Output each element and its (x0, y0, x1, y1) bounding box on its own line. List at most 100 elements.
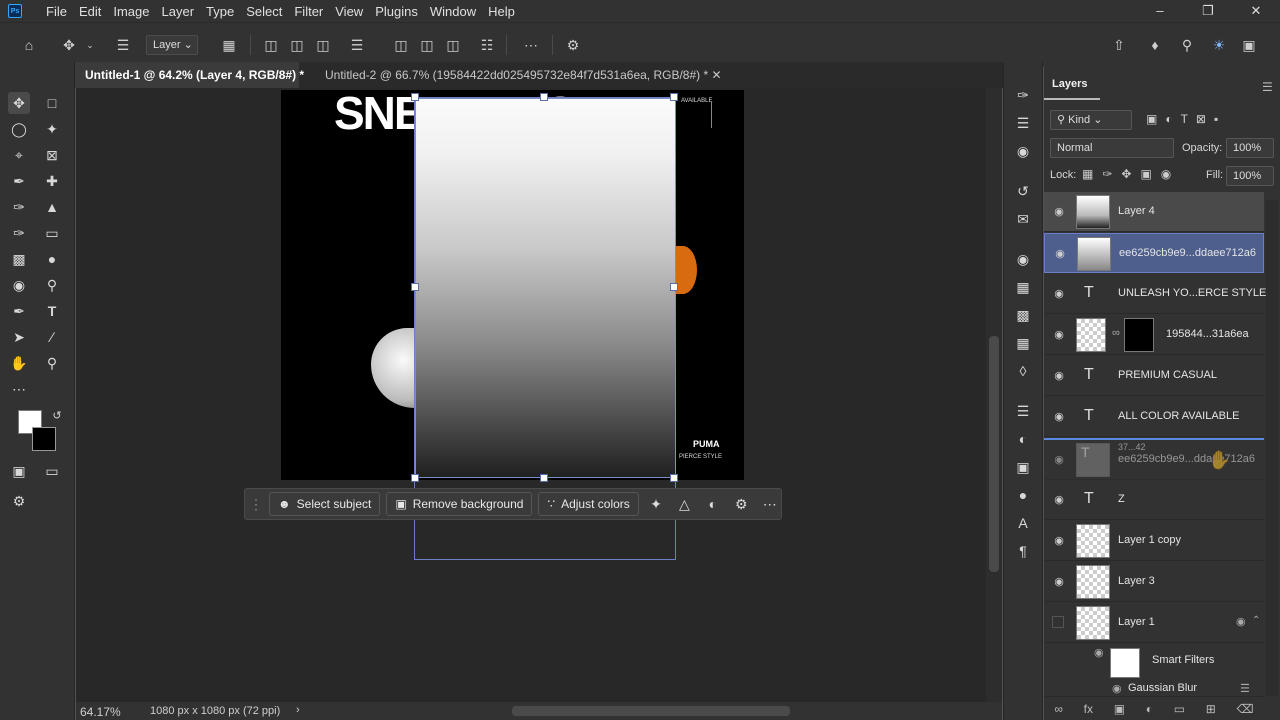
transform-handle[interactable] (670, 474, 678, 482)
move-tool-icon[interactable]: ✥ (8, 92, 30, 114)
visibility-eye-icon[interactable]: ◉ (1052, 493, 1066, 507)
transform-handle[interactable] (670, 93, 678, 101)
layer-row[interactable]: ◉ Layer 4 (1044, 192, 1264, 232)
comments-icon[interactable]: ✉ (1012, 208, 1034, 230)
transform-handle[interactable] (411, 283, 419, 291)
visibility-eye-icon[interactable]: ◉ (1052, 453, 1066, 467)
transform-icon[interactable]: △ (673, 496, 695, 513)
drag-handle-icon[interactable]: ⋮ (249, 496, 263, 513)
align-center-icon[interactable]: ◫ (288, 34, 306, 56)
swap-colors-icon[interactable]: ↺ (46, 404, 68, 426)
menu-file[interactable]: File (40, 4, 73, 19)
character-icon[interactable]: A (1012, 512, 1034, 534)
filter-options-icon[interactable]: ☰ (1240, 682, 1250, 695)
collapse-chevron-icon[interactable]: ⌃ (1252, 615, 1260, 626)
transform-handle[interactable] (540, 474, 548, 482)
align-left-icon[interactable]: ◫ (262, 34, 280, 56)
transform-handle[interactable] (411, 474, 419, 482)
type-tool-icon[interactable]: T (41, 300, 63, 322)
visibility-eye-icon[interactable]: ◉ (1052, 369, 1066, 383)
smart-filter-mask-thumbnail[interactable] (1110, 648, 1140, 678)
marquee-tool-icon[interactable]: □ (41, 92, 63, 114)
layer-row[interactable]: ◉ T PREMIUM CASUAL (1044, 356, 1264, 396)
quick-selection-icon[interactable]: ✦ (41, 118, 63, 140)
zoom-tool-icon[interactable]: ⚲ (41, 274, 63, 296)
gradient-tool-icon[interactable]: ▩ (8, 248, 30, 270)
layer-row[interactable]: ◉ T UNLEASH YO...ERCE STYLE (1044, 274, 1266, 314)
quick-mask-icon[interactable]: ▣ (8, 460, 30, 482)
dodge-tool-icon[interactable]: ◉ (8, 274, 30, 296)
transform-controls-icon[interactable]: ▦ (218, 34, 240, 56)
opacity-input[interactable]: 100% (1226, 138, 1274, 158)
visibility-eye-icon[interactable]: ◉ (1052, 534, 1066, 548)
new-group-icon[interactable]: ▭ (1174, 702, 1185, 716)
menu-type[interactable]: Type (200, 4, 240, 19)
history-icon[interactable]: ↺ (1012, 180, 1034, 202)
more-tools-icon[interactable]: ⋯ (8, 378, 30, 400)
gradients-icon[interactable]: ▩ (1012, 304, 1034, 326)
close-tab-icon[interactable]: ✕ (711, 68, 721, 82)
brush-settings-icon[interactable]: ✑ (1012, 84, 1034, 106)
kind-filter-dropdown[interactable]: ⚲ Kind ⌄ (1050, 110, 1132, 130)
generative-icon[interactable]: ✦ (645, 496, 667, 513)
workspace-icon[interactable]: ▣ (1238, 34, 1260, 56)
properties-icon[interactable]: ☰ (1012, 400, 1034, 422)
blur-tool-icon[interactable]: ● (41, 248, 63, 270)
frame-tool-icon[interactable]: ⊠ (41, 144, 63, 166)
search-icon[interactable]: ⚲ (1176, 34, 1198, 56)
panel-menu-icon[interactable]: ☰ (1262, 80, 1273, 94)
visibility-eye-icon[interactable]: ◉ (1053, 247, 1067, 261)
add-mask-icon[interactable]: ▣ (1114, 702, 1125, 716)
menu-image[interactable]: Image (107, 4, 155, 19)
auto-select-dropdown[interactable]: Layer ⌄ (146, 35, 198, 55)
menu-select[interactable]: Select (240, 4, 288, 19)
channels-icon[interactable]: ● (1012, 484, 1034, 506)
adjustments-icon[interactable]: ◐ (1012, 428, 1034, 450)
menu-filter[interactable]: Filter (288, 4, 329, 19)
gradient-layer[interactable] (415, 98, 676, 478)
transform-handle[interactable] (540, 93, 548, 101)
menu-edit[interactable]: Edit (73, 4, 107, 19)
menu-view[interactable]: View (329, 4, 369, 19)
gear-icon[interactable]: ⚙ (562, 34, 584, 56)
visibility-eye-icon[interactable]: ◉ (1052, 575, 1066, 589)
line-tool-icon[interactable]: ∕ (41, 326, 63, 348)
restore-icon[interactable]: ❐ (1184, 0, 1232, 22)
new-layer-icon[interactable]: ⊞ (1206, 702, 1216, 716)
chevron-down-icon[interactable]: ⌄ (84, 34, 96, 56)
layers-scrollbar[interactable] (1266, 200, 1278, 696)
trash-icon[interactable]: ⌫ (1237, 702, 1254, 716)
link-icon[interactable]: ∞ (1112, 327, 1120, 339)
eraser-icon[interactable]: ▭ (41, 222, 63, 244)
smart-filters-eye-icon[interactable]: ◉ (1094, 646, 1104, 659)
visibility-eye-icon[interactable]: ◉ (1052, 410, 1066, 424)
swatches-icon[interactable]: ▦ (1012, 276, 1034, 298)
home-icon[interactable]: ⌂ (18, 34, 40, 56)
zoom-level[interactable]: 64.17% (80, 705, 121, 719)
menu-layer[interactable]: Layer (156, 4, 201, 19)
patterns-icon[interactable]: ▦ (1012, 332, 1034, 354)
move-tool-icon[interactable]: ✥ (58, 34, 80, 56)
brush-tool-icon[interactable]: ✑ (8, 196, 30, 218)
transform-handle[interactable] (411, 93, 419, 101)
chevron-right-icon[interactable]: › (296, 704, 300, 716)
background-color-swatch[interactable] (32, 427, 56, 451)
visibility-eye-icon[interactable]: ◉ (1052, 205, 1066, 219)
layer-row[interactable]: ◉ T ALL COLOR AVAILABLE (1044, 397, 1264, 437)
pen-tool-icon[interactable]: ✒ (8, 300, 30, 322)
visibility-off-box[interactable] (1052, 616, 1064, 628)
gaussian-blur-eye-icon[interactable]: ◉ (1112, 682, 1122, 695)
horizontal-scroll-thumb[interactable] (512, 706, 790, 716)
layer-row[interactable]: ◉ Layer 1 copy (1044, 521, 1264, 561)
notifications-icon[interactable]: ♦ (1144, 34, 1166, 56)
auto-select-icon[interactable]: ☰ (112, 34, 134, 56)
menu-window[interactable]: Window (424, 4, 482, 19)
healing-brush-icon[interactable]: ✚ (41, 170, 63, 192)
menu-help[interactable]: Help (482, 4, 521, 19)
visibility-eye-icon[interactable]: ◉ (1052, 328, 1066, 342)
scroll-thumb[interactable] (989, 336, 999, 572)
close-icon[interactable]: ✕ (1232, 0, 1280, 22)
minimize-icon[interactable]: – (1136, 0, 1184, 22)
hand-tool-icon[interactable]: ✋ (8, 352, 30, 374)
link-layers-icon[interactable]: ∞ (1054, 702, 1063, 716)
